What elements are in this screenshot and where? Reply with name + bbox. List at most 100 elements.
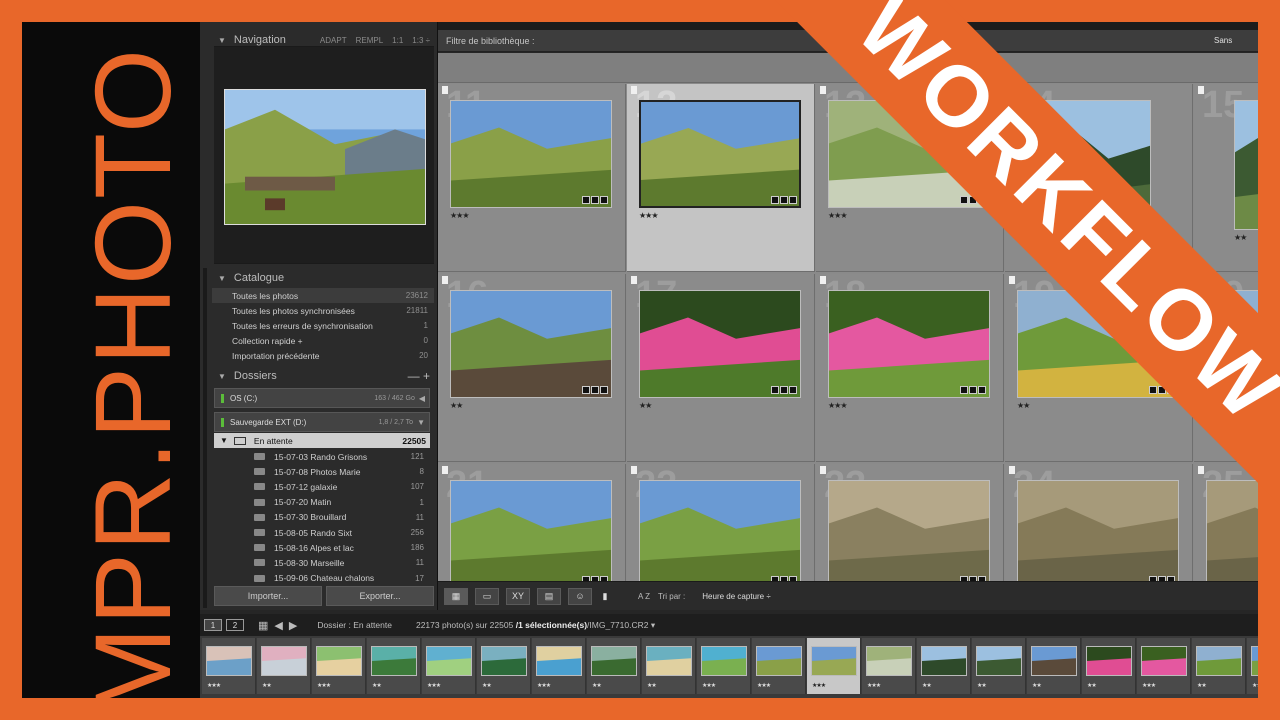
catalogue-item-synced[interactable]: Toutes les photos synchronisées 21811	[212, 303, 434, 318]
filmstrip-thumbnail[interactable]: ★★	[257, 638, 311, 694]
filmstrip-thumbnail[interactable]: ★★★	[202, 638, 256, 694]
filmstrip-thumbnail[interactable]: ★★	[367, 638, 421, 694]
grid-cell[interactable]: 21	[438, 464, 626, 581]
grid-view-icon[interactable]: ▦	[444, 587, 468, 605]
export-button[interactable]: Exporter...	[326, 586, 434, 606]
grid-cell[interactable]: 18 ★★★	[816, 274, 1004, 462]
loupe-view-icon[interactable]: ▭	[475, 587, 499, 605]
filmstrip-thumbnail[interactable]: ★★	[587, 638, 641, 694]
photo-thumbnail[interactable]	[450, 100, 612, 208]
grid-cell[interactable]: 24	[1005, 464, 1193, 581]
flag-icon[interactable]	[442, 466, 448, 474]
filmstrip-thumbnail[interactable]: ★★	[1082, 638, 1136, 694]
grid-cell[interactable]: 16 ★★	[438, 274, 626, 462]
star-rating[interactable]: ★★	[1017, 401, 1030, 410]
filmstrip-thumbnail[interactable]: ★★	[1247, 638, 1258, 694]
star-rating[interactable]: ★★★	[450, 211, 469, 220]
spray-can-icon[interactable]: ▮	[599, 588, 611, 605]
filmstrip-thumbnail[interactable]: ★★★	[1137, 638, 1191, 694]
filmstrip-thumbnail[interactable]: ★★★	[697, 638, 751, 694]
flag-icon[interactable]	[631, 86, 637, 94]
photo-thumbnail[interactable]	[828, 290, 990, 398]
flag-icon[interactable]	[631, 276, 637, 284]
navigator-preview[interactable]	[214, 46, 434, 264]
folders-header[interactable]: ▼ Dossiers — +	[212, 366, 434, 386]
photo-thumbnail[interactable]	[639, 100, 801, 208]
catalogue-item-sync-errors[interactable]: Toutes les erreurs de synchronisation 1	[212, 318, 434, 333]
photo-thumbnail[interactable]	[639, 480, 801, 581]
grid-cell[interactable]: 15 ★★	[1194, 84, 1258, 272]
main-screen-button[interactable]: 1	[204, 619, 222, 631]
photo-thumbnail[interactable]	[450, 480, 612, 581]
filmstrip-thumbnail[interactable]: ★★★	[862, 638, 916, 694]
subfolder-item[interactable]: 15-07-08 Photos Marie 8	[214, 464, 430, 479]
flag-icon[interactable]	[442, 86, 448, 94]
photo-thumbnail[interactable]	[828, 480, 990, 581]
folder-en-attente[interactable]: ▼ En attente 22505	[214, 433, 430, 448]
zoom-rempl[interactable]: REMPL	[356, 36, 384, 45]
photo-thumbnail[interactable]	[450, 290, 612, 398]
subfolder-item[interactable]: 15-07-20 Matin 1	[214, 495, 430, 510]
flag-icon[interactable]	[442, 276, 448, 284]
filmstrip-thumbnail[interactable]: ★★★	[422, 638, 476, 694]
volume-backup-d[interactable]: Sauvegarde EXT (D:) 1,8 / 2,7 To ▼	[214, 412, 430, 432]
filmstrip-thumbnail[interactable]: ★★	[1027, 638, 1081, 694]
star-rating[interactable]: ★★★	[828, 401, 847, 410]
flag-icon[interactable]	[1198, 466, 1204, 474]
grid-and-nav-arrows-icon[interactable]: ▦◀▶	[258, 619, 303, 632]
grid-cell[interactable]: 23	[816, 464, 1004, 581]
photo-thumbnail[interactable]	[1234, 100, 1258, 230]
zoom-1-3[interactable]: 1:3 ÷	[412, 36, 430, 45]
catalogue-item-all-photos[interactable]: Toutes les photos 23612	[212, 288, 434, 303]
folder-add-remove[interactable]: — +	[408, 369, 434, 383]
people-view-icon[interactable]: ☺	[568, 587, 592, 605]
star-rating[interactable]: ★★	[639, 401, 652, 410]
second-screen-button[interactable]: 2	[226, 619, 244, 631]
grid-cell[interactable]: 17 ★★	[627, 274, 815, 462]
subfolder-item[interactable]: 15-08-16 Alpes et lac 186	[214, 540, 430, 555]
flag-icon[interactable]	[820, 86, 826, 94]
star-rating[interactable]: ★★★	[639, 211, 658, 220]
flag-icon[interactable]	[631, 466, 637, 474]
grid-cell[interactable]: 22	[627, 464, 815, 581]
left-panel-scrollbar[interactable]	[203, 268, 207, 608]
subfolder-item[interactable]: 15-07-30 Brouillard 11	[214, 510, 430, 525]
import-button[interactable]: Importer...	[214, 586, 322, 606]
zoom-adapt[interactable]: ADAPT	[320, 36, 347, 45]
flag-icon[interactable]	[820, 466, 826, 474]
subfolder-item[interactable]: 15-08-05 Rando Sixt 256	[214, 525, 430, 540]
catalogue-item-quick-collection[interactable]: Collection rapide + 0	[212, 333, 434, 348]
star-rating[interactable]: ★★	[450, 401, 463, 410]
grid-cell[interactable]: 12 ★★★	[627, 84, 815, 272]
filmstrip-thumbnail[interactable]: ★★	[917, 638, 971, 694]
sort-direction-icon[interactable]: A Z	[638, 592, 650, 601]
selected-file[interactable]: /IMG_7710.CR2 ▾	[587, 620, 655, 630]
filmstrip-thumbnail[interactable]: ★★★	[807, 638, 861, 694]
filmstrip-thumbnail[interactable]: ★★★	[312, 638, 366, 694]
subfolder-item[interactable]: 15-07-12 galaxie 107	[214, 479, 430, 494]
sort-order-select[interactable]: Heure de capture ÷	[702, 592, 770, 601]
filmstrip-thumbnail[interactable]: ★★★	[752, 638, 806, 694]
zoom-1-1[interactable]: 1:1	[392, 36, 403, 45]
photo-thumbnail[interactable]	[639, 290, 801, 398]
flag-icon[interactable]	[820, 276, 826, 284]
subfolder-item[interactable]: 15-07-03 Rando Grisons 121	[214, 449, 430, 464]
filter-none[interactable]: Sans	[1214, 36, 1232, 45]
grid-cell[interactable]: 11 ★★★	[438, 84, 626, 272]
catalogue-item-previous-import[interactable]: Importation précédente 20	[212, 348, 434, 363]
filmstrip-thumbnail[interactable]: ★★★	[532, 638, 586, 694]
compare-view-icon[interactable]: XY	[506, 587, 530, 605]
star-rating[interactable]: ★★	[1234, 233, 1247, 242]
volume-os-c[interactable]: OS (C:) 163 / 462 Go ◀	[214, 388, 430, 408]
grid-cell[interactable]: 25	[1194, 464, 1258, 581]
filmstrip-source[interactable]: Dossier : En attente	[317, 620, 392, 630]
filmstrip-thumbnail[interactable]: ★★	[642, 638, 696, 694]
filmstrip-thumbnail[interactable]: ★★	[972, 638, 1026, 694]
subfolder-item[interactable]: 15-09-06 Chateau chalons 17	[214, 571, 430, 586]
subfolder-item[interactable]: 15-08-30 Marseille 11	[214, 555, 430, 570]
photo-thumbnail[interactable]	[1017, 480, 1179, 581]
survey-view-icon[interactable]: ▤	[537, 587, 561, 605]
filmstrip-thumbnail[interactable]: ★★	[477, 638, 531, 694]
catalogue-header[interactable]: ▼ Catalogue	[212, 268, 434, 288]
star-rating[interactable]: ★★★	[828, 211, 847, 220]
